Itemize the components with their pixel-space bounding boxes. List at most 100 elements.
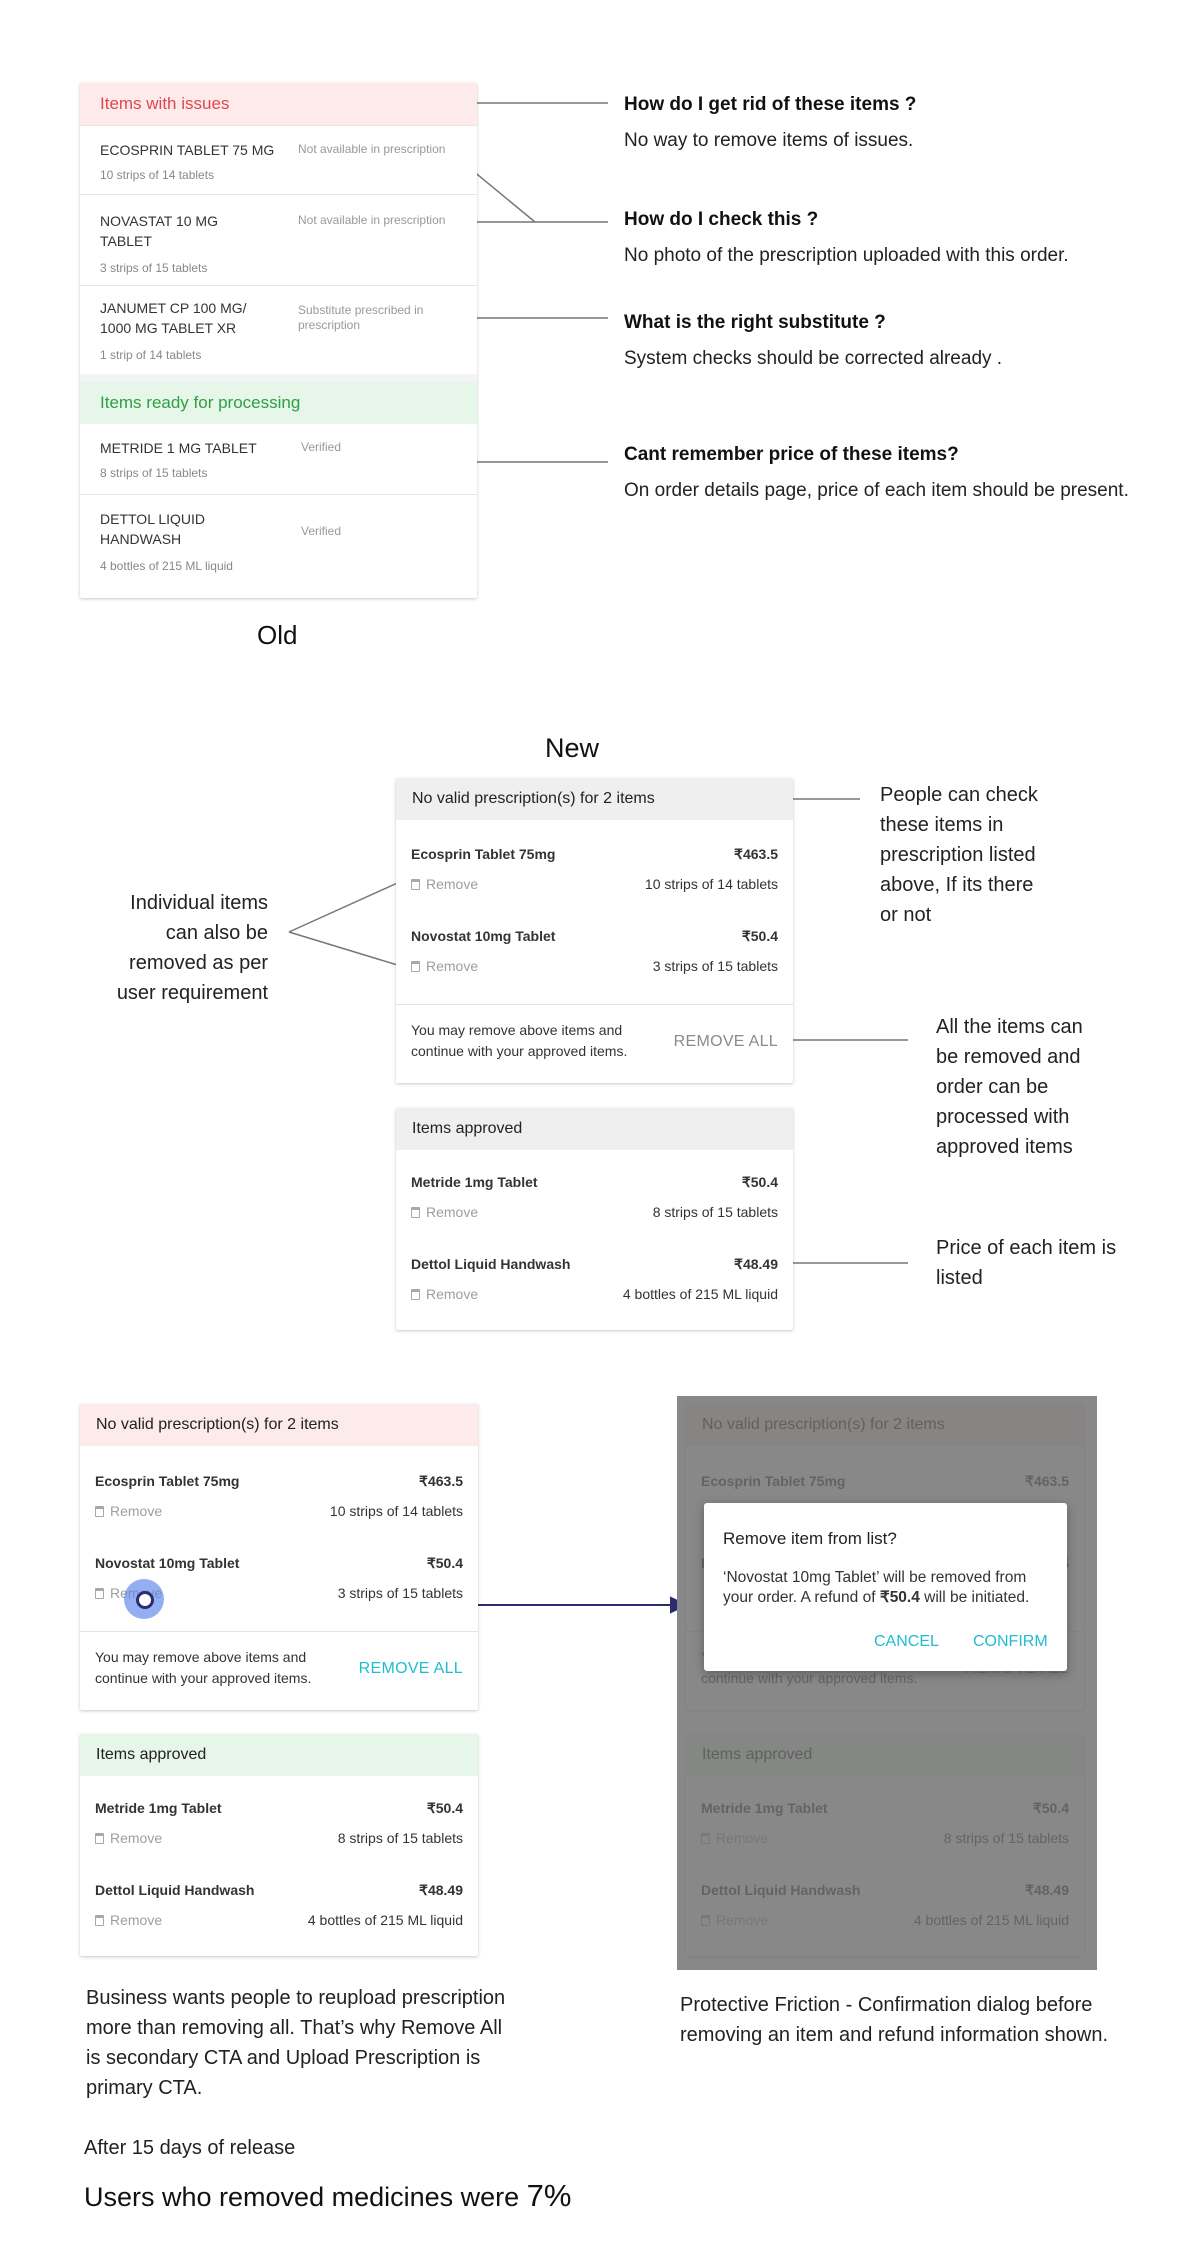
remove-button[interactable]: Remove bbox=[95, 1830, 162, 1846]
question-title: What is the right substitute ? bbox=[624, 312, 886, 333]
item-quantity: 4 bottles of 215 ML liquid bbox=[622, 1286, 778, 1302]
old-ready-row: DETTOL LIQUID HANDWASH 4 bottles of 215 … bbox=[80, 494, 477, 584]
item-name: Novostat 10mg Tablet bbox=[95, 1555, 240, 1571]
item-status: Substitute prescribed in prescription bbox=[298, 303, 424, 332]
item-quantity: 3 strips of 15 tablets bbox=[100, 261, 208, 275]
trash-icon bbox=[411, 1206, 420, 1218]
item-name: NOVASTAT 10 MG TABLET bbox=[100, 213, 218, 249]
dialog-confirm-button[interactable]: CONFIRM bbox=[973, 1633, 1048, 1651]
note-individual-remove: Individual items can also be removed as … bbox=[116, 892, 268, 1004]
item-name: JANUMET CP 100 MG/ 1000 MG TABLET XR bbox=[100, 300, 247, 336]
refund-amount: ₹50.4 bbox=[879, 1589, 920, 1606]
item-quantity: 8 strips of 15 tablets bbox=[100, 466, 208, 480]
note-friction: Protective Friction - Confirmation dialo… bbox=[680, 1994, 1109, 2046]
question-answer: On order details page, price of each ite… bbox=[624, 480, 1129, 501]
item-price: ₹50.4 bbox=[426, 1800, 463, 1816]
item-price: ₹463.5 bbox=[419, 1473, 463, 1489]
item-name: DETTOL LIQUID HANDWASH bbox=[100, 511, 206, 547]
item-price: ₹48.49 bbox=[419, 1882, 463, 1898]
result-headline: Users who removed medicines were 7% bbox=[84, 2178, 572, 2213]
footer-text: You may remove above items and continue … bbox=[411, 1022, 628, 1059]
tap-indicator bbox=[124, 1579, 164, 1619]
item-quantity: 10 strips of 14 tablets bbox=[100, 168, 215, 182]
remove-button[interactable]: Remove bbox=[95, 1503, 162, 1519]
item-name: Dettol Liquid Handwash bbox=[95, 1882, 255, 1898]
item-name: ECOSPRIN TABLET 75 MG bbox=[100, 142, 275, 158]
trash-icon bbox=[95, 1587, 104, 1599]
item-quantity: 4 bottles of 215 ML liquid bbox=[307, 1912, 463, 1928]
remove-all-button[interactable]: REMOVE ALL bbox=[359, 1660, 463, 1678]
tap-point-icon bbox=[136, 1591, 154, 1609]
item-quantity: 8 strips of 15 tablets bbox=[652, 1204, 778, 1220]
question-title: How do I check this ? bbox=[624, 209, 819, 230]
issue-header: No valid prescription(s) for 2 items bbox=[396, 778, 793, 820]
dialog-screen: No valid prescription(s) for 2 items Eco… bbox=[677, 1396, 1097, 1970]
question-title: How do I get rid of these items ? bbox=[624, 94, 917, 115]
item-price: ₹50.4 bbox=[741, 928, 778, 944]
trash-icon bbox=[95, 1505, 104, 1517]
remove-button[interactable]: Remove bbox=[411, 1204, 478, 1220]
item-name: METRIDE 1 MG TABLET bbox=[100, 440, 257, 456]
old-order-card: Items with issues ECOSPRIN TABLET 75 MG … bbox=[80, 83, 477, 598]
note-price: Price of each item is listed bbox=[936, 1237, 1117, 1289]
remove-dialog: Remove item from list? ‘Novostat 10mg Ta… bbox=[704, 1503, 1067, 1671]
item-name: Ecosprin Tablet 75mg bbox=[95, 1473, 240, 1489]
old-issue-row: NOVASTAT 10 MG TABLET 3 strips of 15 tab… bbox=[80, 194, 477, 285]
item-quantity: 10 strips of 14 tablets bbox=[644, 876, 778, 892]
divider bbox=[80, 1631, 478, 1632]
item-quantity: 3 strips of 15 tablets bbox=[652, 958, 778, 974]
divider bbox=[396, 1004, 793, 1005]
issue-header: No valid prescription(s) for 2 items bbox=[80, 1404, 478, 1446]
trash-icon bbox=[411, 960, 420, 972]
bottom-issue-card: No valid prescription(s) for 2 items Eco… bbox=[80, 1404, 478, 1710]
item-price: ₹48.49 bbox=[734, 1256, 778, 1272]
item-price: ₹50.4 bbox=[741, 1174, 778, 1190]
item-quantity: 1 strip of 14 tablets bbox=[100, 348, 202, 362]
old-caption: Old bbox=[257, 620, 298, 650]
trash-icon bbox=[411, 1288, 420, 1300]
item-name: Ecosprin Tablet 75mg bbox=[411, 846, 556, 862]
remove-button[interactable]: Remove bbox=[411, 876, 478, 892]
item-name: Metride 1mg Tablet bbox=[411, 1174, 538, 1190]
note-business: Business wants people to reupload prescr… bbox=[86, 1987, 506, 2099]
approved-header: Items approved bbox=[80, 1734, 478, 1776]
question-answer: No way to remove items of issues. bbox=[624, 130, 914, 151]
item-quantity: 8 strips of 15 tablets bbox=[337, 1830, 463, 1846]
item-price: ₹463.5 bbox=[734, 846, 778, 862]
item-name: Novostat 10mg Tablet bbox=[411, 928, 556, 944]
item-name: Metride 1mg Tablet bbox=[95, 1800, 222, 1816]
remove-all-button[interactable]: REMOVE ALL bbox=[674, 1033, 778, 1051]
item-name: Dettol Liquid Handwash bbox=[411, 1256, 571, 1272]
modal-overlay[interactable] bbox=[677, 1396, 1097, 1970]
old-issue-row: JANUMET CP 100 MG/ 1000 MG TABLET XR 1 s… bbox=[80, 285, 477, 374]
remove-button[interactable]: Remove bbox=[411, 1286, 478, 1302]
footer-text: You may remove above items and continue … bbox=[95, 1649, 312, 1686]
dialog-body: ‘Novostat 10mg Tablet’ will be removed f… bbox=[723, 1569, 1030, 1606]
dialog-cancel-button[interactable]: CANCEL bbox=[874, 1633, 939, 1651]
trash-icon bbox=[95, 1832, 104, 1844]
new-approved-card: Items approved Metride 1mg Tablet ₹50.4 … bbox=[396, 1108, 793, 1330]
result-value: 7% bbox=[526, 2178, 572, 2213]
result-label: After 15 days of release bbox=[84, 2137, 296, 2159]
trash-icon bbox=[95, 1914, 104, 1926]
item-quantity: 10 strips of 14 tablets bbox=[329, 1503, 463, 1519]
new-issue-card: No valid prescription(s) for 2 items Eco… bbox=[396, 778, 793, 1083]
old-issue-row: ECOSPRIN TABLET 75 MG 10 strips of 14 ta… bbox=[80, 125, 477, 194]
item-status: Verified bbox=[301, 524, 342, 538]
question-answer: System checks should be corrected alread… bbox=[624, 348, 1003, 369]
item-quantity: 3 strips of 15 tablets bbox=[337, 1585, 463, 1601]
note-check-items: People can check these items in prescrip… bbox=[880, 784, 1038, 926]
item-status: Verified bbox=[301, 440, 342, 454]
question-answer: No photo of the prescription uploaded wi… bbox=[624, 245, 1069, 266]
question-title: Cant remember price of these items? bbox=[624, 444, 959, 465]
new-caption: New bbox=[545, 733, 600, 763]
remove-button[interactable]: Remove bbox=[411, 958, 478, 974]
item-price: ₹50.4 bbox=[426, 1555, 463, 1571]
old-ready-header: Items ready for processing bbox=[80, 382, 477, 424]
remove-button[interactable]: Remove bbox=[95, 1912, 162, 1928]
item-status: Not available in prescription bbox=[298, 142, 446, 156]
approved-header: Items approved bbox=[396, 1108, 793, 1150]
item-quantity: 4 bottles of 215 ML liquid bbox=[100, 559, 233, 573]
item-status: Not available in prescription bbox=[298, 213, 446, 227]
trash-icon bbox=[411, 878, 420, 890]
